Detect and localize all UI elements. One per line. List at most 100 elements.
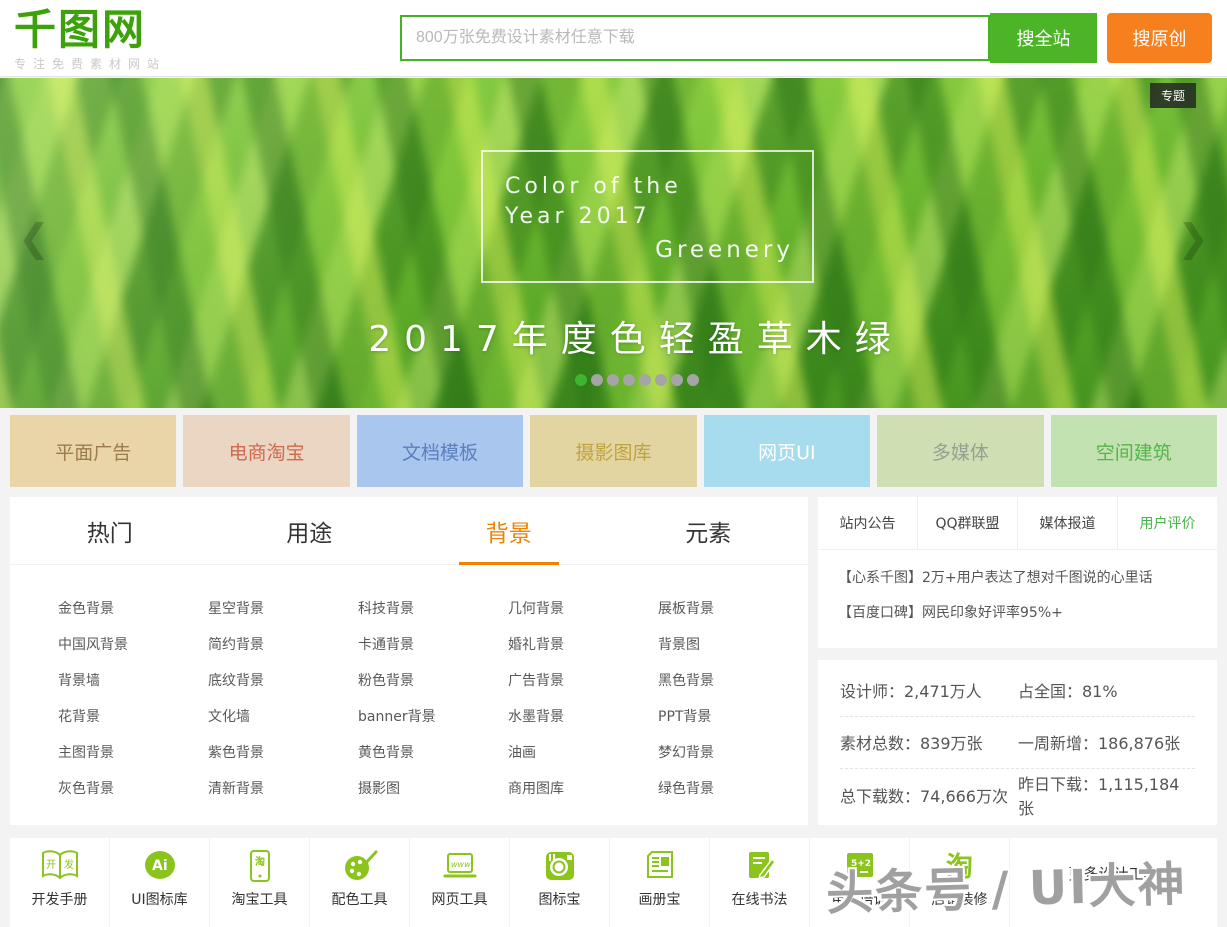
carousel-dot[interactable]: [575, 374, 587, 386]
toolbar-item-label: 配色工具: [332, 889, 388, 909]
topic-badge[interactable]: 专题: [1150, 83, 1196, 108]
svg-text:Ai: Ai: [152, 858, 168, 874]
announcement-item[interactable]: 【百度口碑】网民印象好评率95%+: [838, 596, 1197, 631]
tag-link[interactable]: 粉色背景: [358, 663, 508, 699]
tag-link[interactable]: 商用图库: [508, 771, 658, 807]
sidebar: 站内公告QQ群联盟媒体报道用户评价 【心系千图】2万+用户表达了想对千图说的心里…: [818, 497, 1217, 825]
banner-overlay-line2: Year 2017: [505, 204, 651, 229]
tag-link[interactable]: 星空背景: [208, 591, 358, 627]
svg-text:开: 开: [46, 860, 56, 871]
tag-link[interactable]: 灰色背景: [58, 771, 208, 807]
tag-link[interactable]: 金色背景: [58, 591, 208, 627]
tag-link[interactable]: 展板背景: [658, 591, 808, 627]
toolbar-item[interactable]: 在线书法: [710, 838, 810, 927]
category-button[interactable]: 空间建筑: [1051, 415, 1217, 487]
tag-link[interactable]: 黑色背景: [658, 663, 808, 699]
carousel-dot[interactable]: [623, 374, 635, 386]
search-all-button[interactable]: 搜全站: [990, 13, 1097, 63]
carousel-next-arrow-icon[interactable]: ❯: [1177, 216, 1209, 260]
main-tab[interactable]: 元素: [609, 497, 809, 564]
toolbar-item-label: 电商培训: [832, 889, 888, 909]
taobao-tools-icon: 淘: [240, 846, 280, 886]
tag-link[interactable]: 中国风背景: [58, 627, 208, 663]
tag-link[interactable]: 简约背景: [208, 627, 358, 663]
tag-link[interactable]: 背景墙: [58, 663, 208, 699]
carousel-dot[interactable]: [639, 374, 651, 386]
tag-link[interactable]: 底纹背景: [208, 663, 358, 699]
web-tools-icon: www: [440, 846, 480, 886]
toolbar-item-label: 开发手册: [32, 889, 88, 909]
tag-link[interactable]: 背景图: [658, 627, 808, 663]
carousel-dots: [575, 374, 699, 386]
toolbar-item[interactable]: 图标宝: [510, 838, 610, 927]
toolbar-item-label: 网页工具: [432, 889, 488, 909]
main-tab[interactable]: 背景: [409, 497, 609, 564]
announcement-box: 站内公告QQ群联盟媒体报道用户评价 【心系千图】2万+用户表达了想对千图说的心里…: [818, 497, 1217, 648]
tag-link[interactable]: 水墨背景: [508, 699, 658, 735]
tag-link[interactable]: 科技背景: [358, 591, 508, 627]
tag-link[interactable]: 婚礼背景: [508, 627, 658, 663]
tag-link[interactable]: 主图背景: [58, 735, 208, 771]
ecommerce-training-icon: 5+2: [840, 846, 880, 886]
tag-link[interactable]: 油画: [508, 735, 658, 771]
carousel-dot[interactable]: [671, 374, 683, 386]
tag-link[interactable]: PPT背景: [658, 699, 808, 735]
toolbar-item[interactable]: 开发开发手册: [10, 838, 110, 927]
carousel-dot[interactable]: [591, 374, 603, 386]
sidebar-tab[interactable]: 媒体报道: [1017, 497, 1117, 549]
toolbar-item-label: UI图标库: [131, 889, 187, 909]
logo[interactable]: 千图网 专注免费素材网站: [14, 8, 166, 72]
main-tab[interactable]: 用途: [210, 497, 410, 564]
main-tabs: 热门用途背景元素: [10, 497, 808, 565]
tag-link[interactable]: 紫色背景: [208, 735, 358, 771]
category-button[interactable]: 文档模板: [357, 415, 523, 487]
svg-text:发: 发: [64, 858, 74, 871]
sidebar-tab[interactable]: 站内公告: [818, 497, 917, 549]
toolbar-item[interactable]: 画册宝: [610, 838, 710, 927]
search-original-button[interactable]: 搜原创: [1107, 13, 1212, 63]
category-button[interactable]: 摄影图库: [530, 415, 696, 487]
announcement-item[interactable]: 【心系千图】2万+用户表达了想对千图说的心里话: [838, 561, 1197, 596]
category-button[interactable]: 多媒体: [877, 415, 1043, 487]
toolbar-item[interactable]: www 网页工具: [410, 838, 510, 927]
banner-overlay-frame: Color of the Year 2017 Greenery: [481, 150, 814, 283]
sidebar-tab[interactable]: 用户评价: [1117, 497, 1217, 549]
carousel-prev-arrow-icon[interactable]: ❮: [18, 216, 50, 260]
toolbar-item[interactable]: Ai UI图标库: [110, 838, 210, 927]
tag-link[interactable]: 摄影图: [358, 771, 508, 807]
color-palette-icon: [340, 846, 380, 886]
toolbar-item-label: 在线书法: [732, 889, 788, 909]
toolbar-item[interactable]: 配色工具: [310, 838, 410, 927]
search-input[interactable]: [400, 15, 990, 61]
category-button[interactable]: 电商淘宝: [183, 415, 349, 487]
logo-tagline: 专注免费素材网站: [14, 55, 166, 72]
toolbar-item[interactable]: 淘淘宝工具: [210, 838, 310, 927]
tag-link[interactable]: 梦幻背景: [658, 735, 808, 771]
sidebar-tabs: 站内公告QQ群联盟媒体报道用户评价: [818, 497, 1217, 550]
toolbar-item[interactable]: 5+2 电商培训: [810, 838, 910, 927]
tag-link[interactable]: 清新背景: [208, 771, 358, 807]
category-row: 平面广告电商淘宝文档模板摄影图库网页UI多媒体空间建筑: [10, 415, 1217, 487]
tag-link[interactable]: 广告背景: [508, 663, 658, 699]
stat-row: 设计师：2,471万人占全国：81%: [840, 665, 1195, 717]
tag-link-grid: 金色背景星空背景科技背景几何背景展板背景中国风背景简约背景卡通背景婚礼背景背景图…: [10, 565, 808, 807]
tag-link[interactable]: banner背景: [358, 699, 508, 735]
tag-link[interactable]: 黄色背景: [358, 735, 508, 771]
sidebar-tab[interactable]: QQ群联盟: [917, 497, 1017, 549]
toolbar-item[interactable]: 淘店铺装修: [910, 838, 1010, 927]
carousel-dot[interactable]: [655, 374, 667, 386]
tag-link[interactable]: 花背景: [58, 699, 208, 735]
stat-row: 总下载数：74,666万次昨日下载：1,115,184张: [840, 769, 1195, 821]
tag-link[interactable]: 文化墙: [208, 699, 358, 735]
more-design-tools-link[interactable]: 更多设计工具: [1010, 838, 1217, 927]
ai-icon-library-icon: Ai: [140, 846, 180, 886]
carousel-dot[interactable]: [607, 374, 619, 386]
tag-link[interactable]: 绿色背景: [658, 771, 808, 807]
carousel-dot[interactable]: [687, 374, 699, 386]
category-button[interactable]: 平面广告: [10, 415, 176, 487]
tag-link[interactable]: 几何背景: [508, 591, 658, 627]
main-tab[interactable]: 热门: [10, 497, 210, 564]
category-button[interactable]: 网页UI: [704, 415, 870, 487]
stat-right-value: 一周新增：186,876张: [1018, 730, 1180, 754]
tag-link[interactable]: 卡通背景: [358, 627, 508, 663]
